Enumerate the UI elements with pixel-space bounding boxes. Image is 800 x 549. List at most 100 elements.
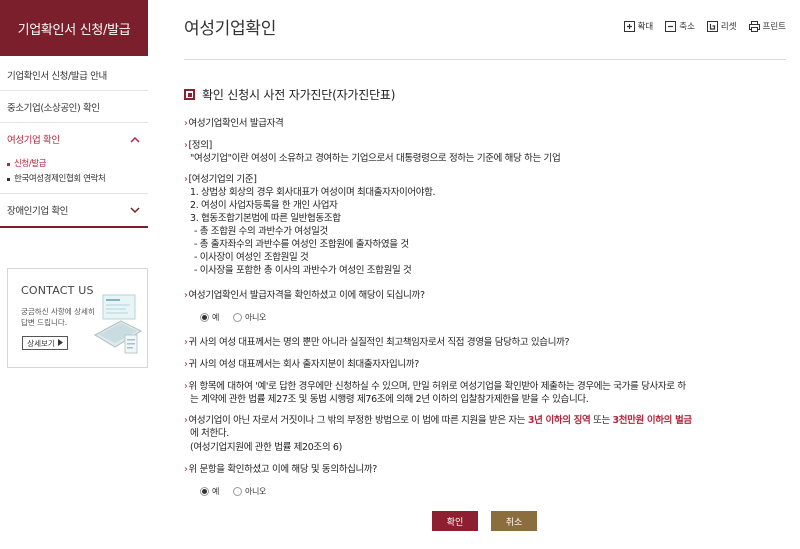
zoom-in-icon	[623, 20, 635, 32]
section-heading: 확인 신청시 사전 자가진단(자가진단표)	[184, 86, 395, 103]
question-ceo: ›귀 사의 여성 대표께서는 명의 뿐만 아니라 실질적인 최고책임자로서 직접…	[184, 334, 570, 348]
print-label: 프린트	[762, 22, 786, 32]
sidebar-sublist: 신청/발급 한국여성경제인협회 연락처	[0, 155, 148, 194]
contact-title: CONTACT US	[21, 284, 94, 297]
notice-text-cont: 에 처한다.	[190, 428, 229, 439]
sidebar-item-guide[interactable]: 기업확인서 신청/발급 안내	[0, 59, 148, 91]
radio-label: 아니오	[245, 313, 267, 322]
zoom-out-label: 축소	[679, 22, 695, 32]
zoom-out-button[interactable]: 축소	[665, 20, 695, 32]
criteria-line: - 이사장이 여성인 조합원일 것	[194, 252, 309, 263]
arrow-right-icon: ›	[184, 337, 188, 348]
toolbar: 확대 축소 리셋 프린트	[623, 20, 786, 32]
penalty-prison-text: 3년 이하의 징역	[527, 415, 591, 426]
radio-label: 예	[212, 313, 220, 322]
sidebar-item-label: 여성기업 확인	[7, 135, 60, 146]
reset-label: 리셋	[720, 22, 737, 32]
radio-group-eligible: 예 아니오	[200, 312, 266, 323]
radio-no[interactable]: 아니오	[233, 312, 266, 323]
notice-penalty: ›여성기업이 아닌 자로서 거짓이나 그 밖의 부정한 방법으로 이 법에 따른…	[184, 412, 692, 426]
contact-box: CONTACT US 궁금하신 사항에 상세히 답변 드립니다. 상세보기	[7, 268, 148, 368]
sidebar-item-label: 기업확인서 신청/발급 안내	[7, 70, 107, 82]
notice-text-cont: 는 계약에 관한 법률 제27조 및 동법 시행령 제76조에 의해 2년 이하…	[190, 394, 589, 405]
question-shareholder: ›귀 사의 여성 대표께서는 회사 출자지분이 최대출자자입니까?	[184, 356, 419, 370]
reset-button[interactable]: 리셋	[706, 20, 737, 32]
criteria-line: 1. 상법상 회상의 경우 회사대표가 여성이며 최대출자자이어야함.	[190, 187, 436, 198]
reset-icon	[706, 20, 718, 32]
square-bullet-icon	[184, 89, 195, 100]
question-agree: ›위 문항을 확인하셨고 이에 해당 및 동의하십니까?	[184, 461, 377, 475]
sidebar-item-sme[interactable]: 중소기업(소상공인) 확인	[0, 91, 148, 123]
radio-label: 아니오	[245, 487, 267, 496]
sidebar-subitem-apply[interactable]: 신청/발급	[7, 157, 148, 172]
notice-text: 여성기업이 아닌 자로서 거짓이나 그 밖의 부정한 방법으로 이 법에 따른 …	[188, 415, 526, 426]
radio-checked-icon	[200, 313, 209, 322]
question-qualification: ›여성기업확인서 발급자격	[184, 115, 284, 129]
question-text: 귀 사의 여성 대표께서는 회사 출자지분이 최대출자자입니까?	[188, 359, 419, 370]
criteria-line: 2. 여성이 사업자등록을 한 개인 사업자	[190, 200, 338, 211]
contact-desc: 궁금하신 사항에 상세히 답변 드립니다.	[21, 307, 95, 327]
radio-yes[interactable]: 예	[200, 486, 219, 497]
sidebar-subitem-contact[interactable]: 한국여성경제인협회 연락처	[7, 172, 148, 187]
section-title: 확인 신청시 사전 자가진단(자가진단표)	[202, 88, 396, 102]
definition-body: "여성기업"이란 여성이 소유하고 경여하는 기업으로서 대통령령으로 정하는 …	[190, 153, 561, 164]
cancel-button[interactable]: 취소	[491, 511, 537, 531]
penalty-fine-text: 3천만원 이하의 벌금	[612, 415, 693, 426]
zoom-in-label: 확대	[637, 22, 654, 32]
contact-detail-label: 상세보기	[27, 338, 55, 348]
radio-checked-icon	[200, 487, 209, 496]
sidebar-divider	[0, 226, 148, 228]
zoom-in-button[interactable]: 확대	[623, 20, 654, 32]
criteria-heading: ›[여성기업의 기준]	[184, 171, 257, 185]
question-text: 여성기업확인서 발급자격	[188, 118, 284, 129]
radio-group-agree: 예 아니오	[200, 486, 266, 497]
title-divider	[184, 59, 786, 60]
question-eligible: ›여성기업확인서 발급자격을 확인하셨고 이에 해당이 되십니까?	[184, 287, 425, 301]
sidebar-header: 기업확인서 신청/발급	[0, 0, 148, 56]
bullet-icon	[7, 163, 10, 166]
radio-empty-icon	[233, 313, 243, 322]
question-text: 귀 사의 여성 대표께서는 명의 뿐만 아니라 실질적인 최고책임자로서 직접 …	[188, 337, 570, 348]
laptop-illustration-icon	[93, 294, 143, 354]
notice-conjunction: 또는	[593, 415, 610, 426]
contact-detail-button[interactable]: 상세보기	[22, 336, 68, 350]
sidebar-item-label: 중소기업(소상공인) 확인	[7, 102, 100, 114]
criteria-line: - 이사장을 포함한 총 이사의 과반수가 여성인 조합원일 것	[194, 265, 412, 276]
zoom-out-icon	[665, 20, 677, 32]
criteria-line: - 총 출자좌수의 과반수를 여성인 조합원에 출자하였을 것	[194, 239, 409, 250]
sidebar-subitem-label: 신청/발급	[14, 159, 47, 169]
arrow-right-icon: ›	[184, 359, 188, 370]
radio-no[interactable]: 아니오	[233, 486, 266, 497]
question-text: 여성기업확인서 발급자격을 확인하셨고 이에 해당이 되십니까?	[188, 290, 425, 301]
sidebar-item-disabled[interactable]: 장애인기업 확인	[0, 194, 148, 226]
confirm-button[interactable]: 확인	[432, 511, 478, 531]
arrow-right-icon	[57, 338, 63, 348]
criteria-line: 3. 협동조합기본법에 따른 일반협동조합	[190, 213, 341, 224]
definition-heading: ›[정의]	[184, 137, 212, 151]
print-button[interactable]: 프린트	[748, 20, 786, 32]
main-content: 여성기업확인 확대 축소 리셋 프린트 확인 신청시 사전 자가진단(자가진단표…	[184, 0, 786, 549]
form-buttons: 확인 취소	[432, 511, 537, 531]
question-text: 위 문항을 확인하셨고 이에 해당 및 동의하십니까?	[188, 464, 377, 475]
criteria-line: - 총 조합원 수의 과반수가 여성일것	[194, 226, 328, 237]
chevron-down-icon[interactable]	[128, 203, 142, 217]
page-title: 여성기업확인	[184, 19, 277, 39]
arrow-right-icon: ›	[184, 381, 188, 392]
arrow-right-icon: ›	[184, 464, 188, 475]
radio-empty-icon	[233, 487, 243, 496]
chevron-up-icon[interactable]	[128, 132, 142, 146]
sidebar-item-women[interactable]: 여성기업 확인	[0, 123, 148, 155]
sidebar-subitem-label: 한국여성경제인협회 연락처	[14, 174, 106, 184]
notice-false-claim: ›위 항목에 대하여 '예'로 답한 경우에만 신청하실 수 있으며, 만일 허…	[184, 378, 686, 392]
arrow-right-icon: ›	[184, 174, 188, 185]
print-icon	[748, 20, 760, 32]
sidebar: 기업확인서 신청/발급 기업확인서 신청/발급 안내 중소기업(소상공인) 확인…	[0, 0, 148, 549]
radio-label: 예	[212, 487, 220, 496]
arrow-right-icon: ›	[184, 140, 188, 151]
bullet-icon	[7, 178, 10, 181]
arrow-right-icon: ›	[184, 415, 188, 426]
notice-law-reference: (여성기업지원에 관한 법률 제20조의 6)	[190, 442, 342, 453]
arrow-right-icon: ›	[184, 118, 188, 129]
radio-yes[interactable]: 예	[200, 312, 219, 323]
sidebar-item-label: 장애인기업 확인	[7, 206, 68, 217]
